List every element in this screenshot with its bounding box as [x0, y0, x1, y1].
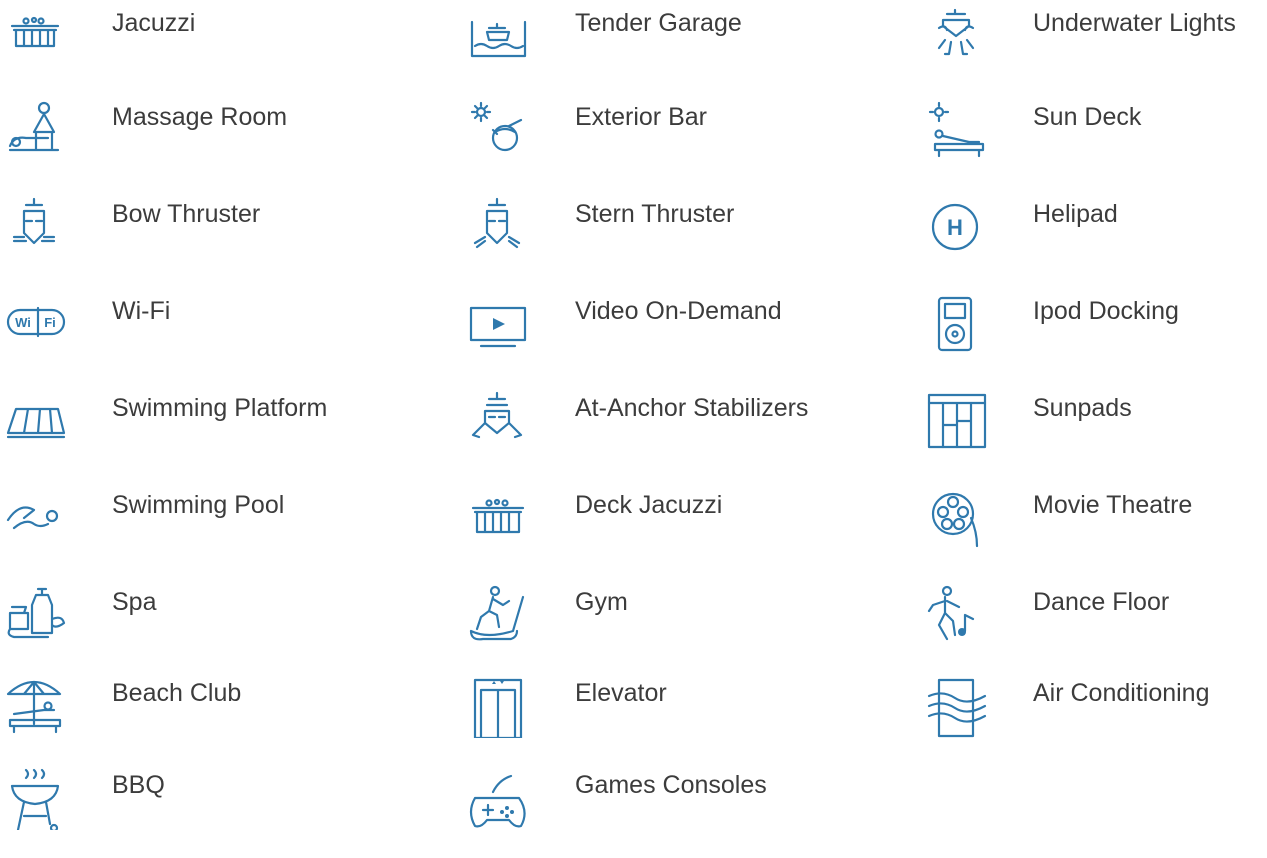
amenity-label: Video On-Demand: [575, 297, 782, 325]
amenity-tender-garage: Tender Garage: [467, 6, 887, 96]
amenity-label: Swimming Platform: [112, 394, 328, 422]
amenity-label: Exterior Bar: [575, 103, 707, 131]
amenity-label: Ipod Docking: [1033, 297, 1179, 325]
bow-thruster-icon: [4, 197, 66, 259]
amenity-label: Sunpads: [1033, 394, 1132, 422]
amenity-dance-floor: Dance Floor: [925, 585, 1267, 675]
amenity-label: Jacuzzi: [112, 9, 196, 37]
amenity-label: Air Conditioning: [1033, 679, 1210, 707]
air-conditioning-icon: [925, 676, 987, 738]
amenity-bow-thruster: Bow Thruster: [4, 197, 424, 287]
beach-club-icon: [4, 676, 66, 738]
amenity-sun-deck: Sun Deck: [925, 100, 1267, 190]
amenity-bbq: BBQ: [4, 768, 424, 858]
amenity-label: Helipad: [1033, 200, 1118, 228]
amenity-label: Massage Room: [112, 103, 288, 131]
amenity-wifi: Wi Fi Wi-Fi: [4, 294, 424, 384]
gym-icon: [467, 585, 529, 647]
amenity-label: Beach Club: [112, 679, 242, 707]
ipod-docking-icon: [925, 294, 987, 356]
amenity-label: Spa: [112, 588, 157, 616]
amenity-underwater-lights: Underwater Lights: [925, 6, 1267, 96]
amenity-video-on-demand: Video On-Demand: [467, 294, 887, 384]
amenity-label: Swimming Pool: [112, 491, 285, 519]
amenity-deck-jacuzzi: Deck Jacuzzi: [467, 488, 887, 578]
amenity-label: Dance Floor: [1033, 588, 1170, 616]
amenity-label: At-Anchor Stabilizers: [575, 394, 809, 422]
stern-thruster-icon: [467, 197, 529, 259]
amenity-gym: Gym: [467, 585, 887, 675]
amenity-label: Deck Jacuzzi: [575, 491, 723, 519]
massage-room-icon: [4, 100, 66, 162]
underwater-lights-icon: [925, 6, 987, 68]
tender-garage-icon: [467, 6, 529, 68]
amenity-swimming-pool: Swimming Pool: [4, 488, 424, 578]
amenity-elevator: Elevator: [467, 676, 887, 766]
amenity-sunpads: Sunpads: [925, 391, 1267, 481]
svg-text:Fi: Fi: [44, 315, 56, 330]
amenity-beach-club: Beach Club: [4, 676, 424, 766]
amenity-label: Stern Thruster: [575, 200, 735, 228]
amenity-label: Tender Garage: [575, 9, 742, 37]
amenity-label: Games Consoles: [575, 771, 767, 799]
amenity-label: BBQ: [112, 771, 165, 799]
bbq-icon: [4, 768, 66, 830]
amenity-label: Movie Theatre: [1033, 491, 1193, 519]
swimming-pool-icon: [4, 488, 66, 550]
games-consoles-icon: [467, 768, 529, 830]
at-anchor-stabilizers-icon: [467, 391, 529, 453]
sun-deck-icon: [925, 100, 987, 162]
amenity-label: Underwater Lights: [1033, 9, 1236, 37]
amenities-grid: Jacuzzi Tender Garage Underwater Lights …: [0, 0, 1267, 835]
spa-icon: [4, 585, 66, 647]
wifi-icon: Wi Fi: [4, 294, 66, 356]
amenity-spa: Spa: [4, 585, 424, 675]
amenity-label: Sun Deck: [1033, 103, 1142, 131]
jacuzzi-icon: [4, 6, 66, 68]
dance-floor-icon: [925, 585, 987, 647]
amenity-stern-thruster: Stern Thruster: [467, 197, 887, 287]
amenity-ipod-docking: Ipod Docking: [925, 294, 1267, 384]
amenity-at-anchor-stabilizers: At-Anchor Stabilizers: [467, 391, 887, 481]
amenity-movie-theatre: Movie Theatre: [925, 488, 1267, 578]
elevator-icon: [467, 676, 529, 738]
sunpads-icon: [925, 391, 987, 453]
movie-theatre-icon: [925, 488, 987, 550]
amenity-label: Elevator: [575, 679, 667, 707]
swimming-platform-icon: [4, 391, 66, 453]
amenity-jacuzzi: Jacuzzi: [4, 6, 424, 96]
exterior-bar-icon: [467, 100, 529, 162]
amenity-games-consoles: Games Consoles: [467, 768, 887, 858]
svg-text:H: H: [947, 215, 963, 240]
amenity-swimming-platform: Swimming Platform: [4, 391, 424, 481]
deck-jacuzzi-icon: [467, 488, 529, 550]
svg-text:Wi: Wi: [15, 315, 31, 330]
amenity-air-conditioning: Air Conditioning: [925, 676, 1267, 766]
helipad-icon: H: [925, 197, 987, 259]
amenity-label: Wi-Fi: [112, 297, 171, 325]
amenity-exterior-bar: Exterior Bar: [467, 100, 887, 190]
amenity-label: Gym: [575, 588, 628, 616]
amenity-massage-room: Massage Room: [4, 100, 424, 190]
video-on-demand-icon: [467, 294, 529, 356]
amenity-label: Bow Thruster: [112, 200, 261, 228]
amenity-helipad: H Helipad: [925, 197, 1267, 287]
